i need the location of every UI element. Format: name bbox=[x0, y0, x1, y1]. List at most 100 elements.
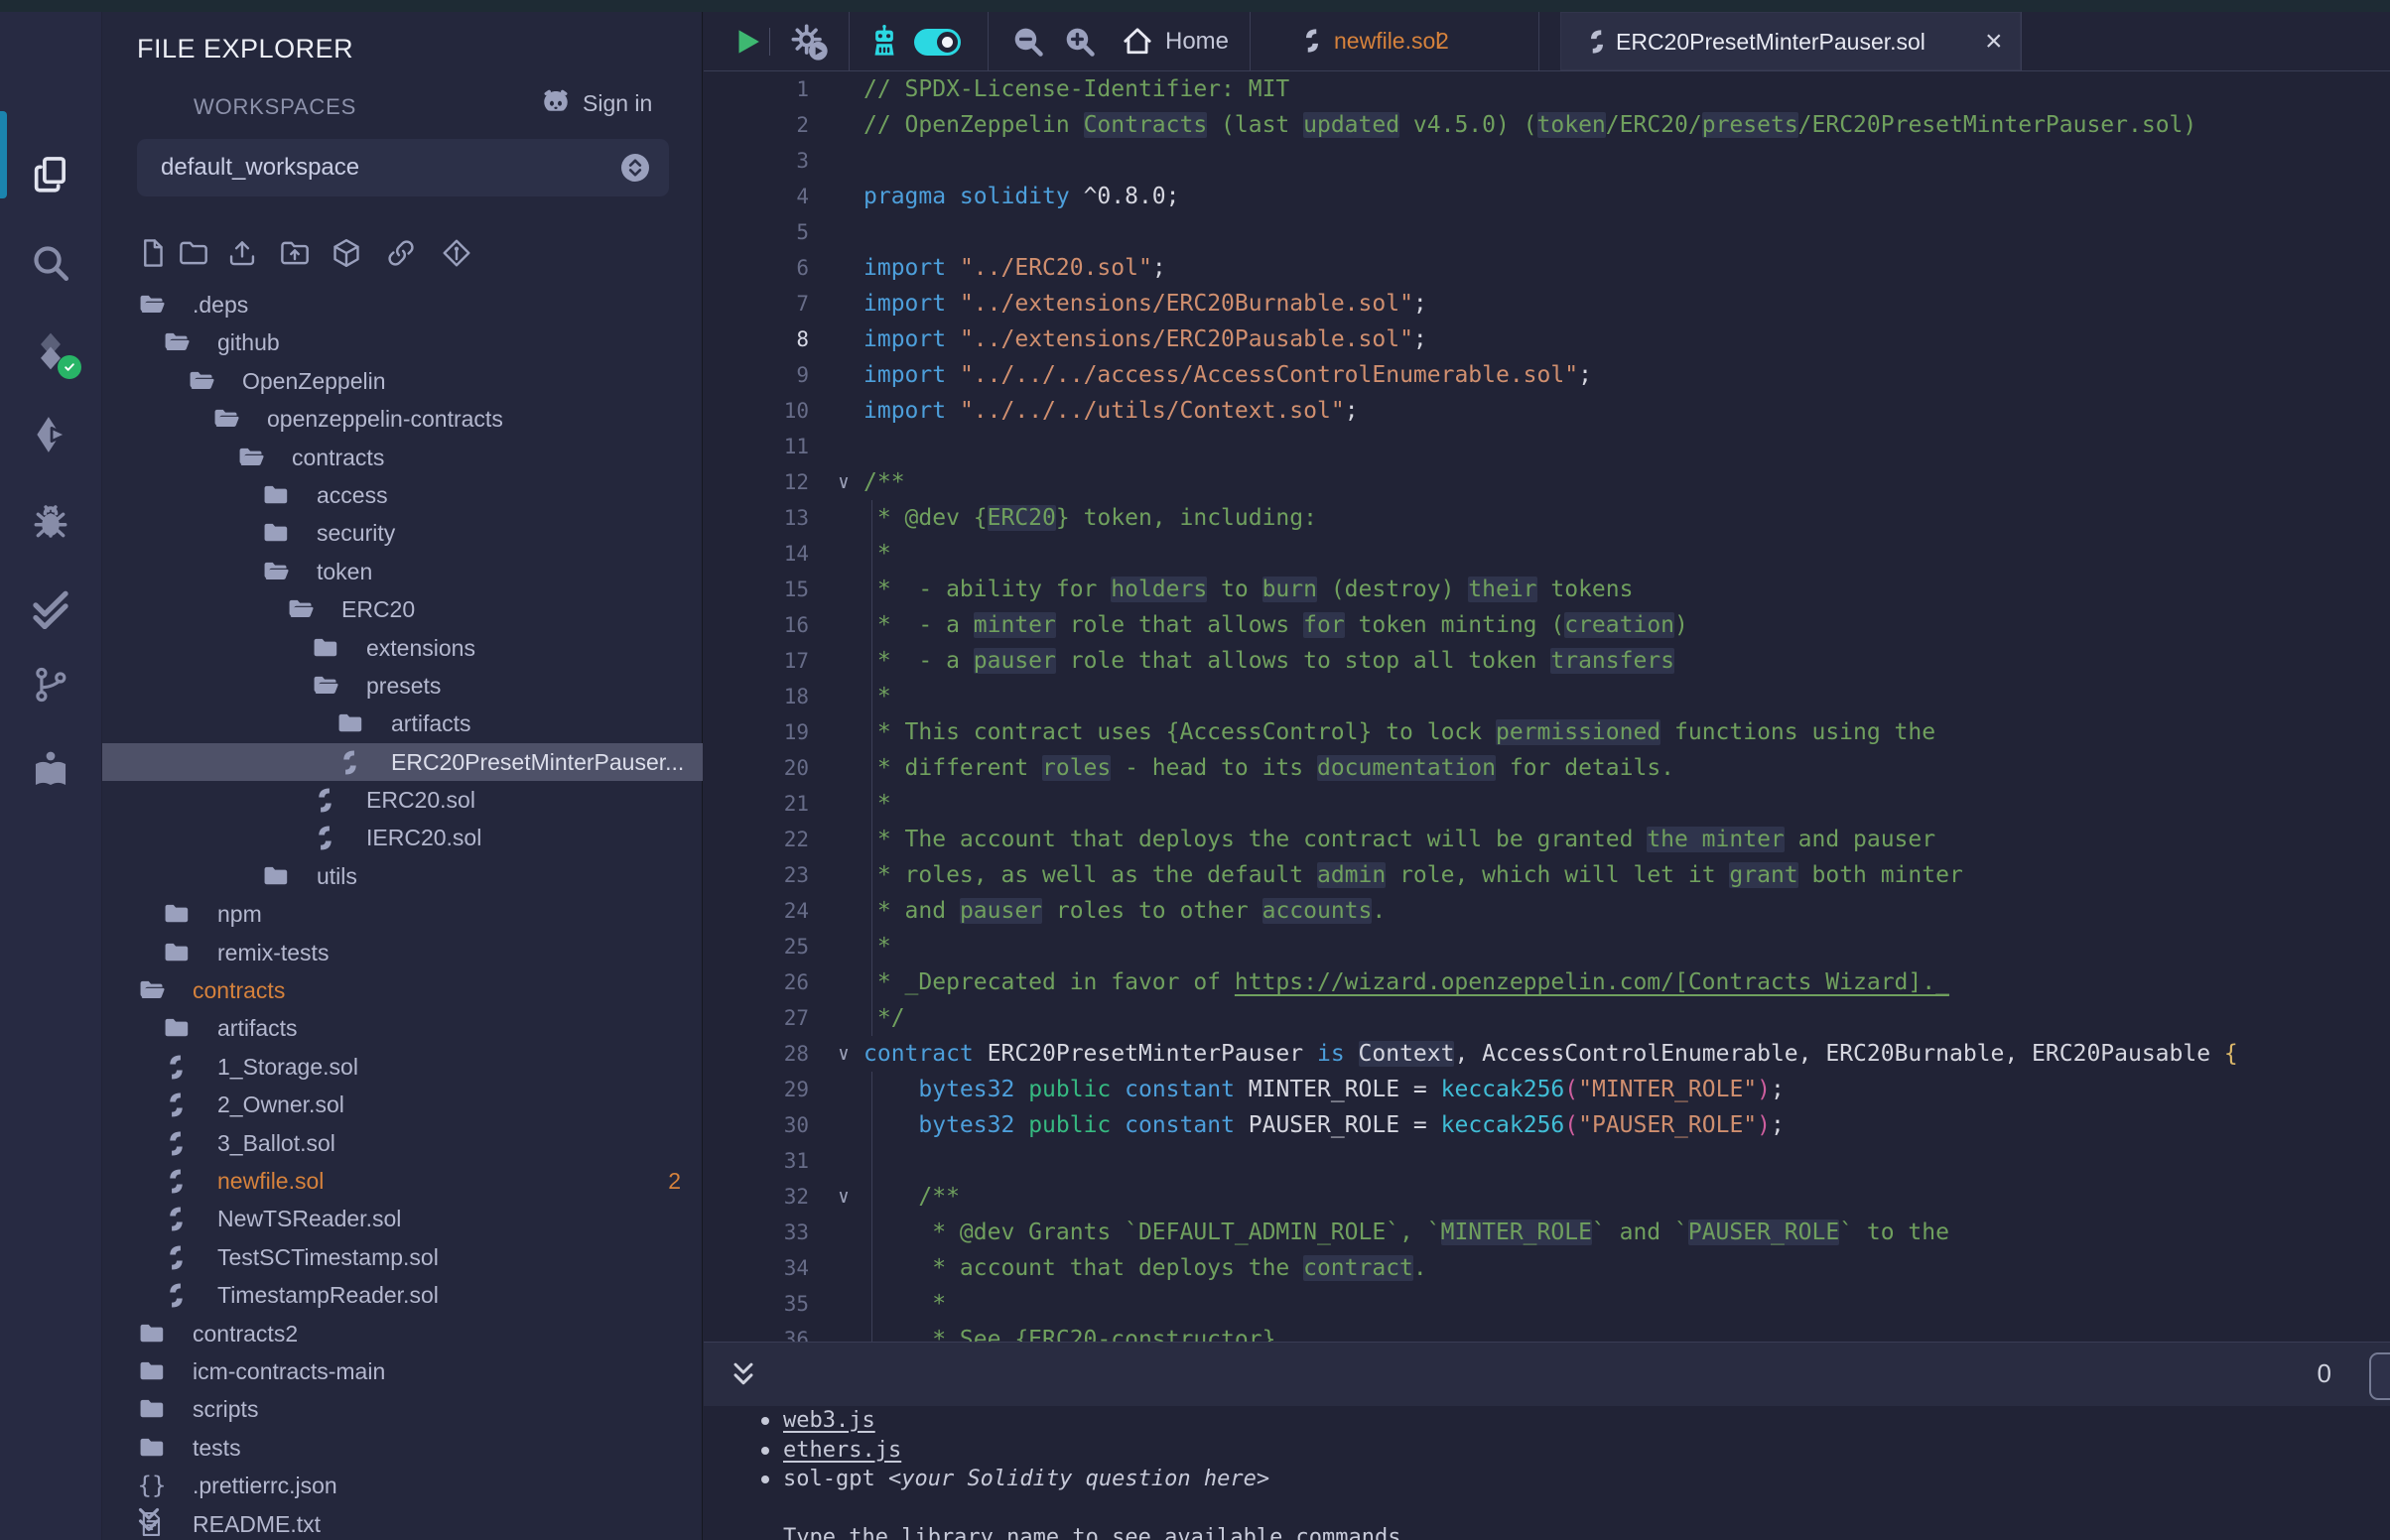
box-icon[interactable] bbox=[331, 236, 362, 270]
tree-item-erc20presetminterpauser-[interactable]: ERC20PresetMinterPauser... bbox=[102, 743, 703, 781]
tree-item-token[interactable]: token bbox=[102, 553, 703, 590]
tree-item-artifacts[interactable]: artifacts bbox=[102, 1009, 703, 1047]
tree-item-erc20[interactable]: ERC20 bbox=[102, 590, 703, 628]
terminal-search-input[interactable] bbox=[2369, 1352, 2390, 1400]
tree-item-label: tests bbox=[193, 1429, 241, 1467]
code-text: pragma solidity ^0.8.0; bbox=[863, 179, 1180, 214]
solidity-file-icon bbox=[339, 749, 360, 776]
tree-item-label: utils bbox=[317, 857, 357, 895]
terminal-link[interactable]: ethers.js bbox=[783, 1438, 901, 1463]
tree-item-readme-txt[interactable]: README.txt bbox=[102, 1505, 703, 1540]
activity-plugins-icon[interactable] bbox=[0, 734, 101, 806]
folder-open-icon bbox=[236, 444, 266, 471]
tree-item-label: contracts bbox=[193, 971, 285, 1009]
code-text: * different roles - head to its document… bbox=[863, 750, 1674, 786]
terminal-link[interactable]: web3.js bbox=[783, 1408, 875, 1433]
tree-item-openzeppelin-contracts[interactable]: openzeppelin-contracts bbox=[102, 400, 703, 438]
code-line-8: 8import "../extensions/ERC20Pausable.sol… bbox=[704, 321, 2390, 357]
line-number: 17 bbox=[704, 643, 809, 679]
line-number: 21 bbox=[704, 786, 809, 822]
folder-icon bbox=[162, 900, 192, 928]
chevron-double-down-icon[interactable] bbox=[132, 1498, 166, 1540]
remix-logo[interactable] bbox=[16, 20, 85, 95]
activity-unit-testing-icon[interactable] bbox=[0, 573, 101, 644]
tree-item-scripts[interactable]: scripts bbox=[102, 1390, 703, 1428]
tree-item-icm-contracts-main[interactable]: icm-contracts-main bbox=[102, 1352, 703, 1390]
chevron-right-icon[interactable] bbox=[646, 34, 676, 64]
activity-search-icon[interactable] bbox=[0, 227, 101, 299]
folder-open-icon bbox=[162, 328, 192, 356]
tree-item-contracts2[interactable]: contracts2 bbox=[102, 1315, 703, 1352]
folder-open-icon bbox=[261, 558, 291, 585]
activity-files-icon[interactable] bbox=[0, 139, 101, 210]
tree-item--deps[interactable]: .deps bbox=[102, 286, 703, 323]
tree-item-tests[interactable]: tests bbox=[102, 1429, 703, 1467]
hamburger-icon[interactable] bbox=[137, 91, 169, 119]
line-number: 29 bbox=[704, 1072, 809, 1107]
upload-file-icon[interactable] bbox=[226, 236, 258, 270]
shield-icon[interactable] bbox=[597, 32, 630, 67]
tree-item-remix-tests[interactable]: remix-tests bbox=[102, 934, 703, 971]
tree-item-utils[interactable]: utils bbox=[102, 857, 703, 895]
play-icon[interactable] bbox=[730, 25, 764, 59]
git-clone-icon[interactable] bbox=[441, 236, 472, 270]
tree-item-contracts[interactable]: contracts bbox=[102, 439, 703, 476]
code-line-36: 36 * See {ERC20-constructor}. bbox=[704, 1322, 2390, 1342]
workspace-select[interactable]: default_workspace bbox=[137, 139, 669, 196]
close-icon[interactable]: × bbox=[1985, 13, 2003, 69]
activity-debugger-icon[interactable] bbox=[0, 486, 101, 558]
tree-item-1-storage-sol[interactable]: 1_Storage.sol bbox=[102, 1048, 703, 1086]
tree-item-2-owner-sol[interactable]: 2_Owner.sol bbox=[102, 1086, 703, 1123]
link-icon[interactable] bbox=[385, 236, 417, 270]
code-line-20: 20 * different roles - head to its docum… bbox=[704, 750, 2390, 786]
fold-chevron-icon[interactable]: ∨ bbox=[831, 464, 857, 500]
gear-run-icon[interactable] bbox=[789, 22, 829, 62]
zoom-in-icon[interactable] bbox=[1063, 25, 1097, 59]
upload-folder-icon[interactable] bbox=[279, 236, 311, 270]
new-folder-icon[interactable] bbox=[178, 236, 209, 270]
code-text: * - a pauser role that allows to stop al… bbox=[863, 643, 1674, 679]
tree-item-artifacts[interactable]: artifacts bbox=[102, 705, 703, 742]
tab-label: ERC20PresetMinterPauser.sol bbox=[1616, 13, 1925, 71]
activity-git-icon[interactable] bbox=[0, 649, 101, 720]
tree-item-contracts[interactable]: contracts bbox=[102, 971, 703, 1009]
tree-item-testsctimestamp-sol[interactable]: TestSCTimestamp.sol bbox=[102, 1238, 703, 1276]
zoom-out-icon[interactable] bbox=[1011, 25, 1045, 59]
tab-erc20-preset-minter-pauser[interactable]: ERC20PresetMinterPauser.sol × bbox=[1560, 12, 2021, 70]
tab-newfile-sol[interactable]: newfile.sol 2 bbox=[1260, 12, 1537, 70]
tree-item--prettierrc-json[interactable]: {}.prettierrc.json bbox=[102, 1467, 703, 1504]
line-number: 14 bbox=[704, 536, 809, 572]
editor-area: Home newfile.sol 2 ERC20PresetMinterPaus… bbox=[704, 12, 2390, 1540]
code-text: // OpenZeppelin Contracts (last updated … bbox=[863, 107, 2196, 143]
tree-item-security[interactable]: security bbox=[102, 514, 703, 552]
tree-item-extensions[interactable]: extensions bbox=[102, 629, 703, 667]
terminal-line bbox=[704, 1494, 2390, 1524]
fold-chevron-icon[interactable]: ∨ bbox=[831, 1036, 857, 1072]
home-icon[interactable] bbox=[1121, 25, 1154, 59]
home-tab-label[interactable]: Home bbox=[1165, 12, 1229, 70]
ai-copilot-toggle[interactable] bbox=[914, 29, 961, 56]
code-text: * See {ERC20-constructor}. bbox=[863, 1322, 1289, 1342]
tree-item-ierc20-sol[interactable]: IERC20.sol bbox=[102, 819, 703, 856]
terminal-expand-icon[interactable] bbox=[728, 1356, 759, 1392]
line-number: 27 bbox=[704, 1000, 809, 1036]
tree-item-3-ballot-sol[interactable]: 3_Ballot.sol bbox=[102, 1124, 703, 1162]
fold-chevron-icon[interactable]: ∨ bbox=[831, 1179, 857, 1215]
new-file-icon[interactable] bbox=[137, 236, 169, 270]
tree-item-access[interactable]: access bbox=[102, 476, 703, 514]
tree-item-github[interactable]: github bbox=[102, 323, 703, 361]
code-text: /** bbox=[863, 464, 905, 500]
terminal-output: web3.jsethers.jssol-gpt <your Solidity q… bbox=[704, 1406, 2390, 1540]
tree-item-newfile-sol[interactable]: newfile.sol2 bbox=[102, 1162, 703, 1200]
tree-item-openzeppelin[interactable]: OpenZeppelin bbox=[102, 362, 703, 400]
tree-item-presets[interactable]: presets bbox=[102, 667, 703, 705]
github-sign-in[interactable]: Sign in bbox=[539, 87, 652, 119]
code-editor[interactable]: 1// SPDX-License-Identifier: MIT2// Open… bbox=[704, 71, 2390, 1342]
activity-deploy-run-icon[interactable] bbox=[0, 399, 101, 470]
ai-robot-icon[interactable] bbox=[865, 23, 903, 61]
activity-solidity-compiler-icon[interactable] bbox=[0, 316, 101, 387]
tree-item-npm[interactable]: npm bbox=[102, 895, 703, 933]
tree-item-erc20-sol[interactable]: ERC20.sol bbox=[102, 781, 703, 819]
tree-item-newtsreader-sol[interactable]: NewTSReader.sol bbox=[102, 1200, 703, 1237]
tree-item-timestampreader-sol[interactable]: TimestampReader.sol bbox=[102, 1276, 703, 1314]
